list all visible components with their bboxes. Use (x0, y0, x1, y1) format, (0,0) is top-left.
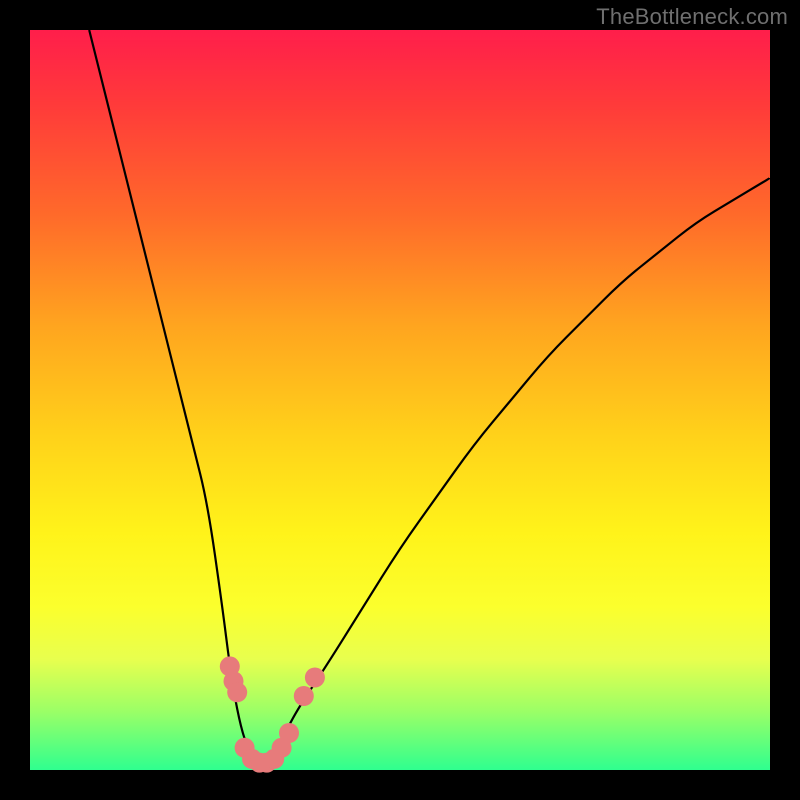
bottleneck-curve (30, 30, 770, 770)
curve-marker (279, 723, 299, 743)
watermark-label: TheBottleneck.com (596, 4, 788, 30)
chart-frame: TheBottleneck.com (0, 0, 800, 800)
curve-path (89, 30, 770, 763)
curve-marker (305, 668, 325, 688)
chart-plot-area (30, 30, 770, 770)
curve-marker (294, 686, 314, 706)
curve-marker (227, 682, 247, 702)
